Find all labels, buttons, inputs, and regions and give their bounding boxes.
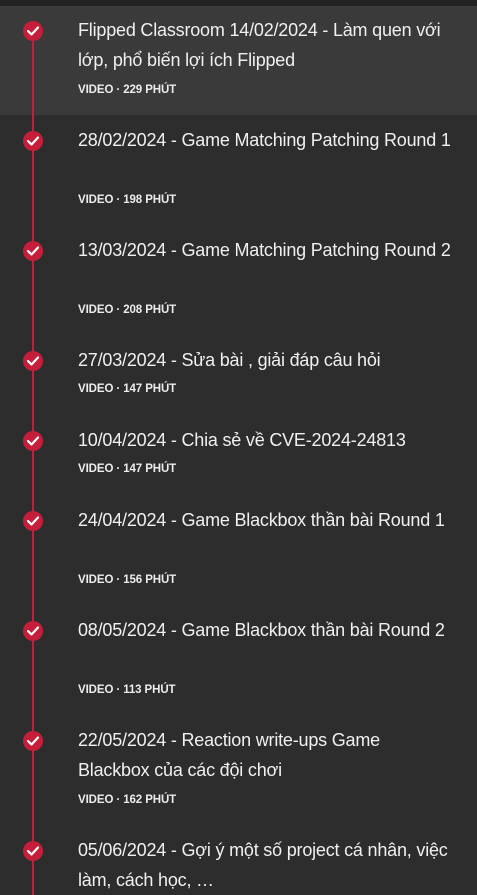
progress-track xyxy=(32,415,34,495)
lesson-meta: VIDEO · 113 PHÚT xyxy=(78,684,176,696)
lesson-item[interactable]: 28/02/2024 - Game Matching Patching Roun… xyxy=(0,115,477,225)
lesson-item[interactable]: 27/03/2024 - Sửa bài , giải đáp câu hỏi … xyxy=(0,335,477,415)
lesson-meta: VIDEO · 198 PHÚT xyxy=(78,194,177,206)
lesson-meta: VIDEO · 162 PHÚT xyxy=(78,794,177,806)
lesson-meta: VIDEO · 147 PHÚT xyxy=(78,383,177,395)
lesson-title[interactable]: 13/03/2024 - Game Matching Patching Roun… xyxy=(78,235,453,265)
check-circle-icon xyxy=(23,351,43,371)
lesson-item[interactable]: 10/04/2024 - Chia sẻ về CVE-2024-24813 V… xyxy=(0,415,477,495)
check-circle-icon xyxy=(23,131,43,151)
lesson-meta: VIDEO · 147 PHÚT xyxy=(78,463,177,475)
lesson-title[interactable]: 28/02/2024 - Game Matching Patching Roun… xyxy=(78,125,453,155)
check-circle-icon xyxy=(23,21,43,41)
lesson-item[interactable]: 24/04/2024 - Game Blackbox thần bài Roun… xyxy=(0,495,477,605)
check-circle-icon xyxy=(23,511,43,531)
lesson-title[interactable]: 08/05/2024 - Game Blackbox thần bài Roun… xyxy=(78,615,453,645)
lesson-item[interactable]: 05/06/2024 - Gợi ý một số project cá nhâ… xyxy=(0,825,477,895)
lesson-meta: VIDEO · 229 PHÚT xyxy=(78,84,177,96)
lesson-title[interactable]: 10/04/2024 - Chia sẻ về CVE-2024-24813 xyxy=(78,425,453,455)
lesson-item[interactable]: 13/03/2024 - Game Matching Patching Roun… xyxy=(0,225,477,335)
lesson-meta: VIDEO · 156 PHÚT xyxy=(78,574,177,586)
check-circle-icon xyxy=(23,731,43,751)
lesson-title[interactable]: 05/06/2024 - Gợi ý một số project cá nhâ… xyxy=(78,835,453,895)
lesson-item[interactable]: 08/05/2024 - Game Blackbox thần bài Roun… xyxy=(0,605,477,715)
lesson-meta: VIDEO · 208 PHÚT xyxy=(78,304,177,316)
lesson-title[interactable]: 24/04/2024 - Game Blackbox thần bài Roun… xyxy=(78,505,453,535)
lesson-title[interactable]: 27/03/2024 - Sửa bài , giải đáp câu hỏi xyxy=(78,345,453,375)
check-circle-icon xyxy=(23,621,43,641)
progress-track xyxy=(32,335,34,415)
lesson-title[interactable]: Flipped Classroom 14/02/2024 - Làm quen … xyxy=(78,15,453,75)
lesson-item[interactable]: Flipped Classroom 14/02/2024 - Làm quen … xyxy=(0,6,477,115)
lesson-title[interactable]: 22/05/2024 - Reaction write-ups Game Bla… xyxy=(78,725,453,785)
check-circle-icon xyxy=(23,241,43,261)
progress-track xyxy=(32,31,34,115)
check-circle-icon xyxy=(23,431,43,451)
lesson-list: Flipped Classroom 14/02/2024 - Làm quen … xyxy=(0,6,477,895)
check-circle-icon xyxy=(23,841,43,861)
lesson-item[interactable]: 22/05/2024 - Reaction write-ups Game Bla… xyxy=(0,715,477,825)
